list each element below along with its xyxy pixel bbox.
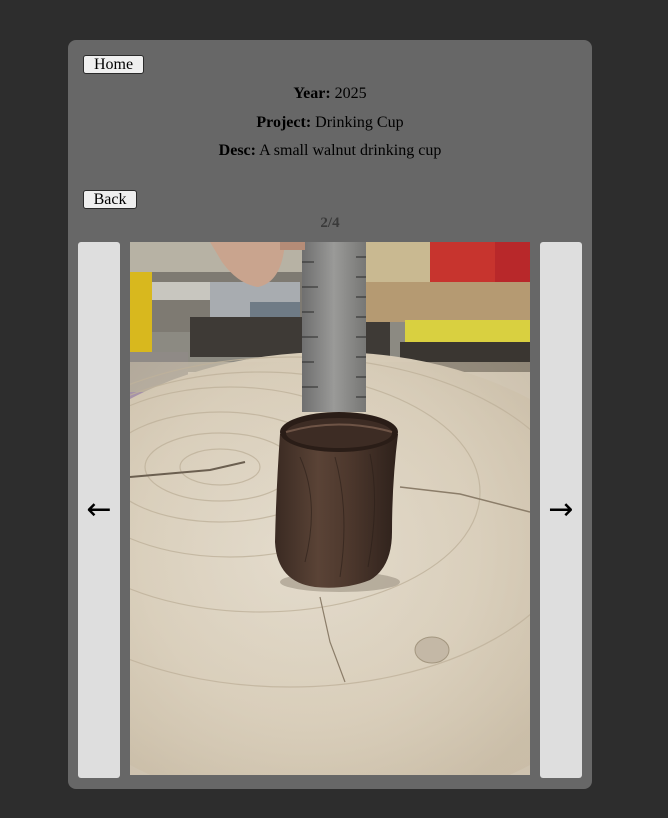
next-image-button[interactable]: → (540, 242, 582, 778)
project-description: Desc: A small walnut drinking cup (68, 142, 592, 160)
arrow-right-icon: → (548, 492, 574, 527)
project-name: Project: Drinking Cup (68, 114, 592, 132)
project-label: Project: (256, 114, 312, 131)
back-button[interactable]: Back (83, 190, 137, 209)
desc-label: Desc: (218, 142, 256, 159)
project-value: Drinking Cup (315, 114, 404, 131)
year-value: 2025 (334, 85, 367, 102)
home-button[interactable]: Home (83, 55, 144, 74)
project-photo (130, 242, 530, 775)
project-card: Home Year: 2025 Project: Drinking Cup De… (68, 40, 592, 789)
previous-image-button[interactable]: ← (78, 242, 120, 778)
year-label: Year: (293, 85, 331, 102)
desc-value: A small walnut drinking cup (259, 142, 442, 159)
arrow-left-icon: ← (86, 492, 112, 527)
image-counter: 2/4 (320, 215, 340, 231)
project-year: Year: 2025 (68, 85, 592, 103)
